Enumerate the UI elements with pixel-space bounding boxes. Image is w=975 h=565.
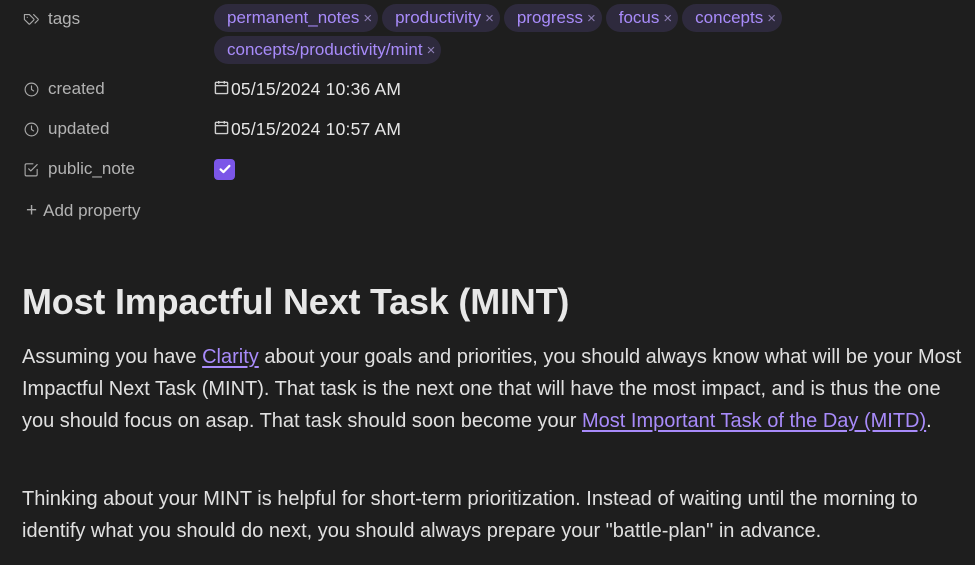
checkbox-square-icon xyxy=(22,160,40,178)
close-icon[interactable]: × xyxy=(663,10,672,27)
tag-pill[interactable]: productivity × xyxy=(382,4,500,32)
property-row-public-note: public_note xyxy=(22,154,235,184)
tag-label: progress xyxy=(516,8,583,27)
tag-label: focus xyxy=(618,8,660,27)
tag-pill[interactable]: progress × xyxy=(503,4,602,32)
tag-pill[interactable]: concepts × xyxy=(682,4,782,32)
calendar-icon[interactable] xyxy=(214,79,231,100)
property-row-updated: updated 05/15/2024 10:57 AM xyxy=(22,114,401,144)
property-key-updated[interactable]: updated xyxy=(22,119,214,139)
close-icon[interactable]: × xyxy=(767,10,776,27)
tag-pill[interactable]: focus × xyxy=(605,4,679,32)
created-date-text: 05/15/2024 10:36 AM xyxy=(231,78,402,99)
link-clarity[interactable]: Clarity xyxy=(202,346,259,368)
close-icon[interactable]: × xyxy=(363,10,372,27)
created-date-value[interactable]: 05/15/2024 10:36 AM xyxy=(214,79,401,100)
property-key-created[interactable]: created xyxy=(22,79,214,99)
property-key-label: public_note xyxy=(48,159,135,178)
tag-label: concepts xyxy=(695,8,764,27)
updated-date-value[interactable]: 05/15/2024 10:57 AM xyxy=(214,119,401,140)
clock-icon xyxy=(22,80,40,98)
link-mitd[interactable]: Most Important Task of the Day (MITD) xyxy=(582,410,926,432)
property-key-public-note[interactable]: public_note xyxy=(22,159,214,179)
paragraph-2: Thinking about your MINT is helpful for … xyxy=(22,488,918,542)
close-icon[interactable]: × xyxy=(485,10,494,27)
paragraph-text: . xyxy=(926,409,932,432)
property-key-tags[interactable]: tags xyxy=(22,9,214,29)
public-note-checkbox[interactable] xyxy=(214,158,235,180)
note-title: Most Impactful Next Task (MINT) xyxy=(22,281,570,322)
updated-date-text: 05/15/2024 10:57 AM xyxy=(231,118,402,139)
property-row-tags: tags xyxy=(22,4,214,34)
tag-pill[interactable]: permanent_notes × xyxy=(214,4,379,32)
clock-icon xyxy=(22,120,40,138)
check-icon xyxy=(218,164,231,174)
add-property-label: Add property xyxy=(43,201,141,220)
add-property-button[interactable]: + Add property xyxy=(26,200,140,222)
property-key-label: updated xyxy=(48,119,110,138)
property-key-label: tags xyxy=(48,9,81,28)
calendar-icon[interactable] xyxy=(214,119,231,140)
tag-pill[interactable]: concepts/productivity/mint × xyxy=(214,36,442,64)
close-icon[interactable]: × xyxy=(427,42,436,59)
property-key-label: created xyxy=(48,79,105,98)
tag-label: productivity xyxy=(395,8,482,27)
tag-label: concepts/productivity/mint xyxy=(227,40,423,59)
paragraph-text: Assuming you have xyxy=(22,346,203,368)
tags-list: permanent_notes × productivity × progres… xyxy=(214,4,934,64)
plus-icon: + xyxy=(26,200,38,221)
paragraph-1: Assuming you have Clarity about your goa… xyxy=(22,342,962,437)
tags-icon xyxy=(22,10,40,28)
tag-label: permanent_notes xyxy=(227,8,360,27)
close-icon[interactable]: × xyxy=(587,10,596,27)
property-row-created: created 05/15/2024 10:36 AM xyxy=(22,74,401,104)
